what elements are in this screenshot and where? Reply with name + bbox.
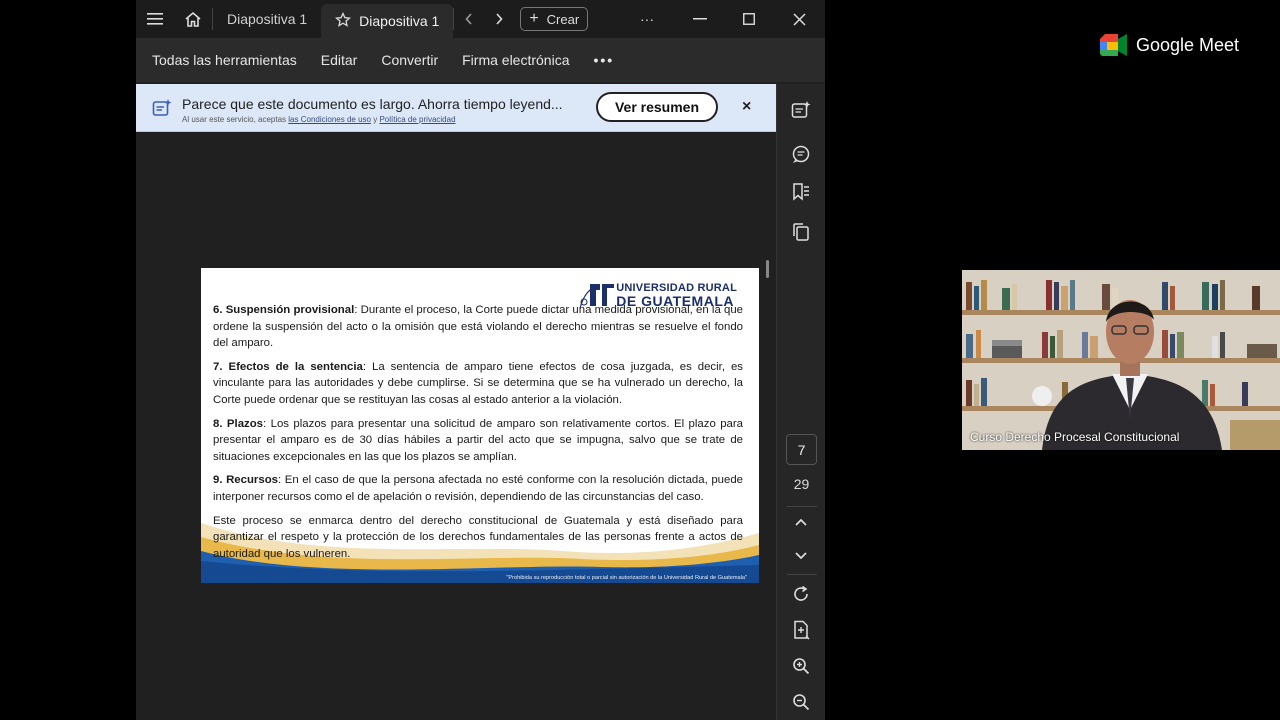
chevron-up-icon[interactable] xyxy=(789,510,813,534)
banner-subtext: Al usar este servicio, aceptas las Condi… xyxy=(182,115,456,124)
document-page: UNIVERSIDAD RURAL DE GUATEMALA 6. Suspen… xyxy=(201,268,759,583)
plus-icon: + xyxy=(529,10,539,27)
bookmark-icon[interactable] xyxy=(789,180,813,204)
terms-link[interactable]: las Condiciones de uso xyxy=(288,115,371,124)
menu-icon[interactable] xyxy=(136,0,174,38)
slide-body: 6. Suspensión provisional: Durante el pr… xyxy=(213,302,743,569)
scrollbar-thumb[interactable] xyxy=(766,260,769,278)
chevron-right-icon[interactable] xyxy=(484,13,514,25)
more-label: ··· xyxy=(640,11,654,27)
minimize-icon[interactable] xyxy=(677,0,723,38)
zoom-in-icon[interactable] xyxy=(789,654,813,678)
acrobat-window: Diapositiva 1 Diapositiva 1 + Crear ··· xyxy=(136,0,825,720)
paragraph-9: 9. Recursos: En el caso de que la person… xyxy=(213,472,743,505)
tab-label: Diapositiva 1 xyxy=(359,13,440,29)
toolbar-e-sign[interactable]: Firma electrónica xyxy=(462,52,569,68)
paragraph-8: 8. Plazos: Los plazos para presentar una… xyxy=(213,416,743,466)
more-options-icon[interactable]: ··· xyxy=(624,0,670,38)
chevron-down-icon[interactable] xyxy=(789,544,813,568)
tab-diapositiva-1-active[interactable]: Diapositiva 1 xyxy=(321,4,454,38)
title-bar: Diapositiva 1 Diapositiva 1 + Crear ··· xyxy=(136,0,825,38)
divider xyxy=(787,506,817,507)
create-label: Crear xyxy=(546,11,580,27)
chevron-left-icon[interactable] xyxy=(454,13,484,25)
paragraph-8-heading: 8. Plazos xyxy=(213,417,264,430)
participant-caption: Curso Derecho Procesal Constitucional xyxy=(970,430,1180,444)
banner-close-icon[interactable]: × xyxy=(742,98,751,116)
ai-summary-icon xyxy=(152,98,172,118)
ai-assistant-icon[interactable] xyxy=(789,98,813,122)
home-icon[interactable] xyxy=(174,0,212,38)
total-pages: 29 xyxy=(793,476,810,492)
maximize-icon[interactable] xyxy=(726,0,772,38)
comment-icon[interactable] xyxy=(789,142,813,166)
paragraph-9-heading: 9. Recursos xyxy=(213,474,278,487)
banner-sub-prefix: Al usar este servicio, aceptas xyxy=(182,115,287,124)
current-page-input[interactable]: 7 xyxy=(786,434,817,465)
toolbar-more-button[interactable]: ••• xyxy=(594,52,615,68)
page-extract-icon[interactable] xyxy=(789,618,813,642)
meet-brand-name: Google Meet xyxy=(1136,34,1240,55)
paragraph-8-body: : Los plazos para presentar una solicitu… xyxy=(213,417,744,463)
tab-diapositiva-1[interactable]: Diapositiva 1 xyxy=(213,0,321,38)
zoom-out-icon[interactable] xyxy=(789,690,813,714)
summary-banner: Parece que este documento es largo. Ahor… xyxy=(136,84,776,132)
tab-label: Diapositiva 1 xyxy=(227,11,308,27)
toolbar-edit[interactable]: Editar xyxy=(321,52,358,68)
banner-sub-and: y xyxy=(373,115,378,124)
rotate-icon[interactable] xyxy=(789,582,813,606)
paragraph-7-heading: 7. Efectos de la sentencia xyxy=(213,360,363,373)
divider xyxy=(787,574,817,575)
participant-video-tile[interactable]: Curso Derecho Procesal Constitucional xyxy=(962,270,1280,450)
paragraph-6: 6. Suspensión provisional: Durante el pr… xyxy=(213,302,743,352)
paragraph-9-body: : En el caso de que la persona afectada … xyxy=(213,474,743,503)
closing-paragraph: Este proceso se enmarca dentro del derec… xyxy=(213,514,743,560)
slide-footer-note: "Prohibida su reproducción total o parci… xyxy=(506,575,747,581)
paragraph-7: 7. Efectos de la sentencia: La sentencia… xyxy=(213,359,743,409)
star-icon[interactable] xyxy=(335,11,352,31)
close-icon[interactable] xyxy=(776,0,822,38)
privacy-link[interactable]: Política de privacidad xyxy=(379,115,455,124)
toolbar-convert[interactable]: Convertir xyxy=(381,52,438,68)
banner-title: Parece que este documento es largo. Ahor… xyxy=(182,96,563,112)
meet-camera-icon xyxy=(1100,34,1127,56)
main-toolbar: Todas las herramientas Editar Convertir … xyxy=(136,38,825,82)
toolbar-all-tools[interactable]: Todas las herramientas xyxy=(152,52,297,68)
view-summary-button[interactable]: Ver resumen xyxy=(596,92,718,122)
copy-pages-icon[interactable] xyxy=(789,220,813,244)
participant-video-frame xyxy=(962,270,1280,450)
google-meet-logo: Google Meet xyxy=(1100,34,1239,56)
create-button[interactable]: + Crear xyxy=(520,7,589,31)
right-rail: 7 29 xyxy=(776,84,825,720)
paragraph-6-heading: 6. Suspensión provisional xyxy=(213,304,355,316)
screen: Diapositiva 1 Diapositiva 1 + Crear ··· xyxy=(0,0,1280,720)
